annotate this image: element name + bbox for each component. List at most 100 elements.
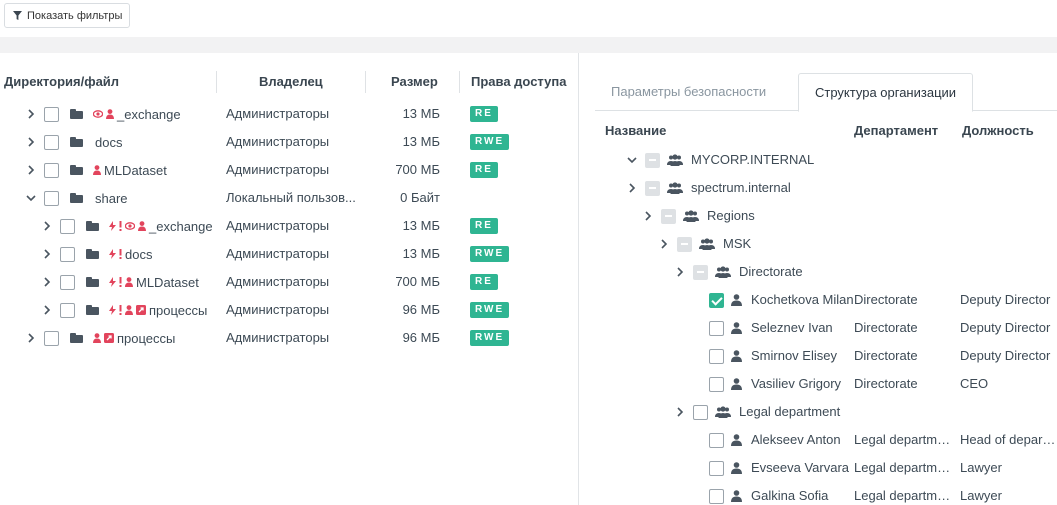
toolbar-separator [0, 37, 1057, 53]
chevron-right-icon[interactable] [41, 268, 53, 296]
row-checkbox[interactable] [60, 275, 75, 290]
bolt-icon [109, 249, 116, 259]
chevron-right-icon[interactable] [674, 258, 686, 286]
column-header-path[interactable]: Директория/файл [4, 71, 119, 93]
chevron-right-icon[interactable] [642, 202, 654, 230]
file-owner: Администраторы [226, 106, 330, 121]
org-group-name: Directorate [739, 264, 803, 279]
tab-security-settings[interactable]: Параметры безопасности [595, 73, 782, 111]
org-user-name: Galkina Sofia [751, 488, 829, 503]
chevron-down-icon[interactable] [25, 184, 37, 212]
column-divider[interactable] [459, 71, 460, 93]
org-user-row[interactable]: Galkina Sofia Legal department Lawyer [579, 482, 1057, 505]
chevron-right-icon[interactable] [25, 100, 37, 128]
warning-icon [119, 305, 122, 315]
file-row[interactable]: share Локальный пользов... 0 Байт [0, 184, 578, 212]
row-checkbox[interactable] [709, 377, 724, 392]
org-group-row[interactable]: Legal department [579, 398, 1057, 426]
row-checkbox[interactable] [60, 303, 75, 318]
org-user-department: Legal department [854, 460, 954, 475]
org-group-row[interactable]: MYCORP.INTERNAL [579, 146, 1057, 174]
file-row[interactable]: docs Администраторы 13 МБ RWE [0, 128, 578, 156]
chevron-right-icon[interactable] [658, 230, 670, 258]
row-checkbox[interactable] [693, 405, 708, 420]
row-checkbox[interactable] [44, 191, 59, 206]
tab-org-structure[interactable]: Структура организации [798, 73, 974, 112]
file-table-header: Директория/файл Владелец Размер Права до… [0, 71, 578, 93]
file-name[interactable]: процессы [70, 324, 175, 352]
column-header-rights[interactable]: Права доступа [471, 71, 566, 93]
org-user-row[interactable]: Vasiliev Grigory Directorate CEO [579, 370, 1057, 398]
file-name[interactable]: docs [70, 128, 122, 156]
row-checkbox[interactable] [60, 219, 75, 234]
checkbox-indeterminate[interactable] [693, 265, 708, 280]
chevron-right-icon[interactable] [41, 212, 53, 240]
checkbox-checked[interactable] [709, 293, 724, 308]
org-group-row[interactable]: spectrum.internal [579, 174, 1057, 202]
checkbox-indeterminate[interactable] [677, 237, 692, 252]
bolt-icon [109, 305, 116, 315]
row-checkbox[interactable] [709, 461, 724, 476]
chevron-right-icon[interactable] [25, 128, 37, 156]
org-user-row[interactable]: Kochetkova Milana Directorate Deputy Direc… [579, 286, 1057, 314]
chevron-right-icon[interactable] [25, 156, 37, 184]
column-header-size[interactable]: Размер [391, 71, 438, 93]
access-rights-badge: RWE [470, 302, 510, 318]
chevron-right-icon[interactable] [25, 324, 37, 352]
row-checkbox[interactable] [44, 163, 59, 178]
file-table-body: _exchange Администраторы 13 МБ RE docs Админи… [0, 100, 578, 352]
file-name[interactable]: процессы [86, 296, 207, 324]
file-size: 96 МБ [402, 330, 440, 345]
column-header-owner[interactable]: Владелец [259, 71, 323, 93]
org-user-row[interactable]: Alekseev Anton Legal department Head of de… [579, 426, 1057, 454]
group-icon [715, 258, 731, 286]
show-filters-button[interactable]: Показать фильтры [4, 3, 131, 28]
file-name[interactable]: docs [86, 240, 152, 268]
column-divider[interactable] [365, 71, 366, 93]
org-group-row[interactable]: Regions [579, 202, 1057, 230]
file-row[interactable]: процессы Администраторы 96 МБ RWE [0, 324, 578, 352]
user-icon [731, 454, 742, 482]
chevron-right-icon[interactable] [674, 398, 686, 426]
file-size: 700 МБ [395, 274, 440, 289]
chevron-down-icon[interactable] [626, 146, 638, 174]
checkbox-indeterminate[interactable] [645, 181, 660, 196]
file-row[interactable]: _exchange Администраторы 13 МБ RE [0, 212, 578, 240]
file-row[interactable]: процессы Администраторы 96 МБ RWE [0, 296, 578, 324]
user-icon [138, 221, 146, 231]
row-checkbox[interactable] [709, 349, 724, 364]
org-user-row[interactable]: Smirnov Elisey Directorate Deputy Director [579, 342, 1057, 370]
checkbox-indeterminate[interactable] [645, 153, 660, 168]
row-checkbox[interactable] [709, 321, 724, 336]
org-user-row[interactable]: Seleznev Ivan Directorate Deputy Director [579, 314, 1057, 342]
chevron-right-icon[interactable] [41, 240, 53, 268]
file-row[interactable]: docs Администраторы 13 МБ RWE [0, 240, 578, 268]
column-header-name[interactable]: Название [605, 123, 666, 138]
row-checkbox[interactable] [44, 135, 59, 150]
column-header-position[interactable]: Должность [962, 123, 1034, 138]
row-checkbox[interactable] [44, 107, 59, 122]
org-user-position: CEO [960, 376, 989, 391]
row-checkbox[interactable] [60, 247, 75, 262]
checkbox-indeterminate[interactable] [661, 209, 676, 224]
row-checkbox[interactable] [44, 331, 59, 346]
file-name[interactable]: _exchange [70, 100, 181, 128]
org-group-row[interactable]: Directorate [579, 258, 1057, 286]
access-rights-badge: RE [470, 274, 498, 290]
org-user-row[interactable]: Evseeva Varvara Legal department Lawyer [579, 454, 1057, 482]
file-row[interactable]: MLDataset Администраторы 700 МБ RE [0, 156, 578, 184]
chevron-right-icon[interactable] [626, 174, 638, 202]
org-group-row[interactable]: MSK [579, 230, 1057, 258]
file-row[interactable]: _exchange Администраторы 13 МБ RE [0, 100, 578, 128]
row-checkbox[interactable] [709, 489, 724, 504]
file-name[interactable]: share [70, 184, 128, 212]
org-user-position: Deputy Director [960, 320, 1051, 335]
file-name[interactable]: MLDataset [70, 156, 167, 184]
chevron-right-icon[interactable] [41, 296, 53, 324]
row-checkbox[interactable] [709, 433, 724, 448]
file-name[interactable]: _exchange [86, 212, 213, 240]
file-row[interactable]: MLDataset Администраторы 700 МБ RE [0, 268, 578, 296]
column-divider[interactable] [216, 71, 217, 93]
file-name[interactable]: MLDataset [86, 268, 199, 296]
column-header-department[interactable]: Департамент [854, 123, 938, 138]
